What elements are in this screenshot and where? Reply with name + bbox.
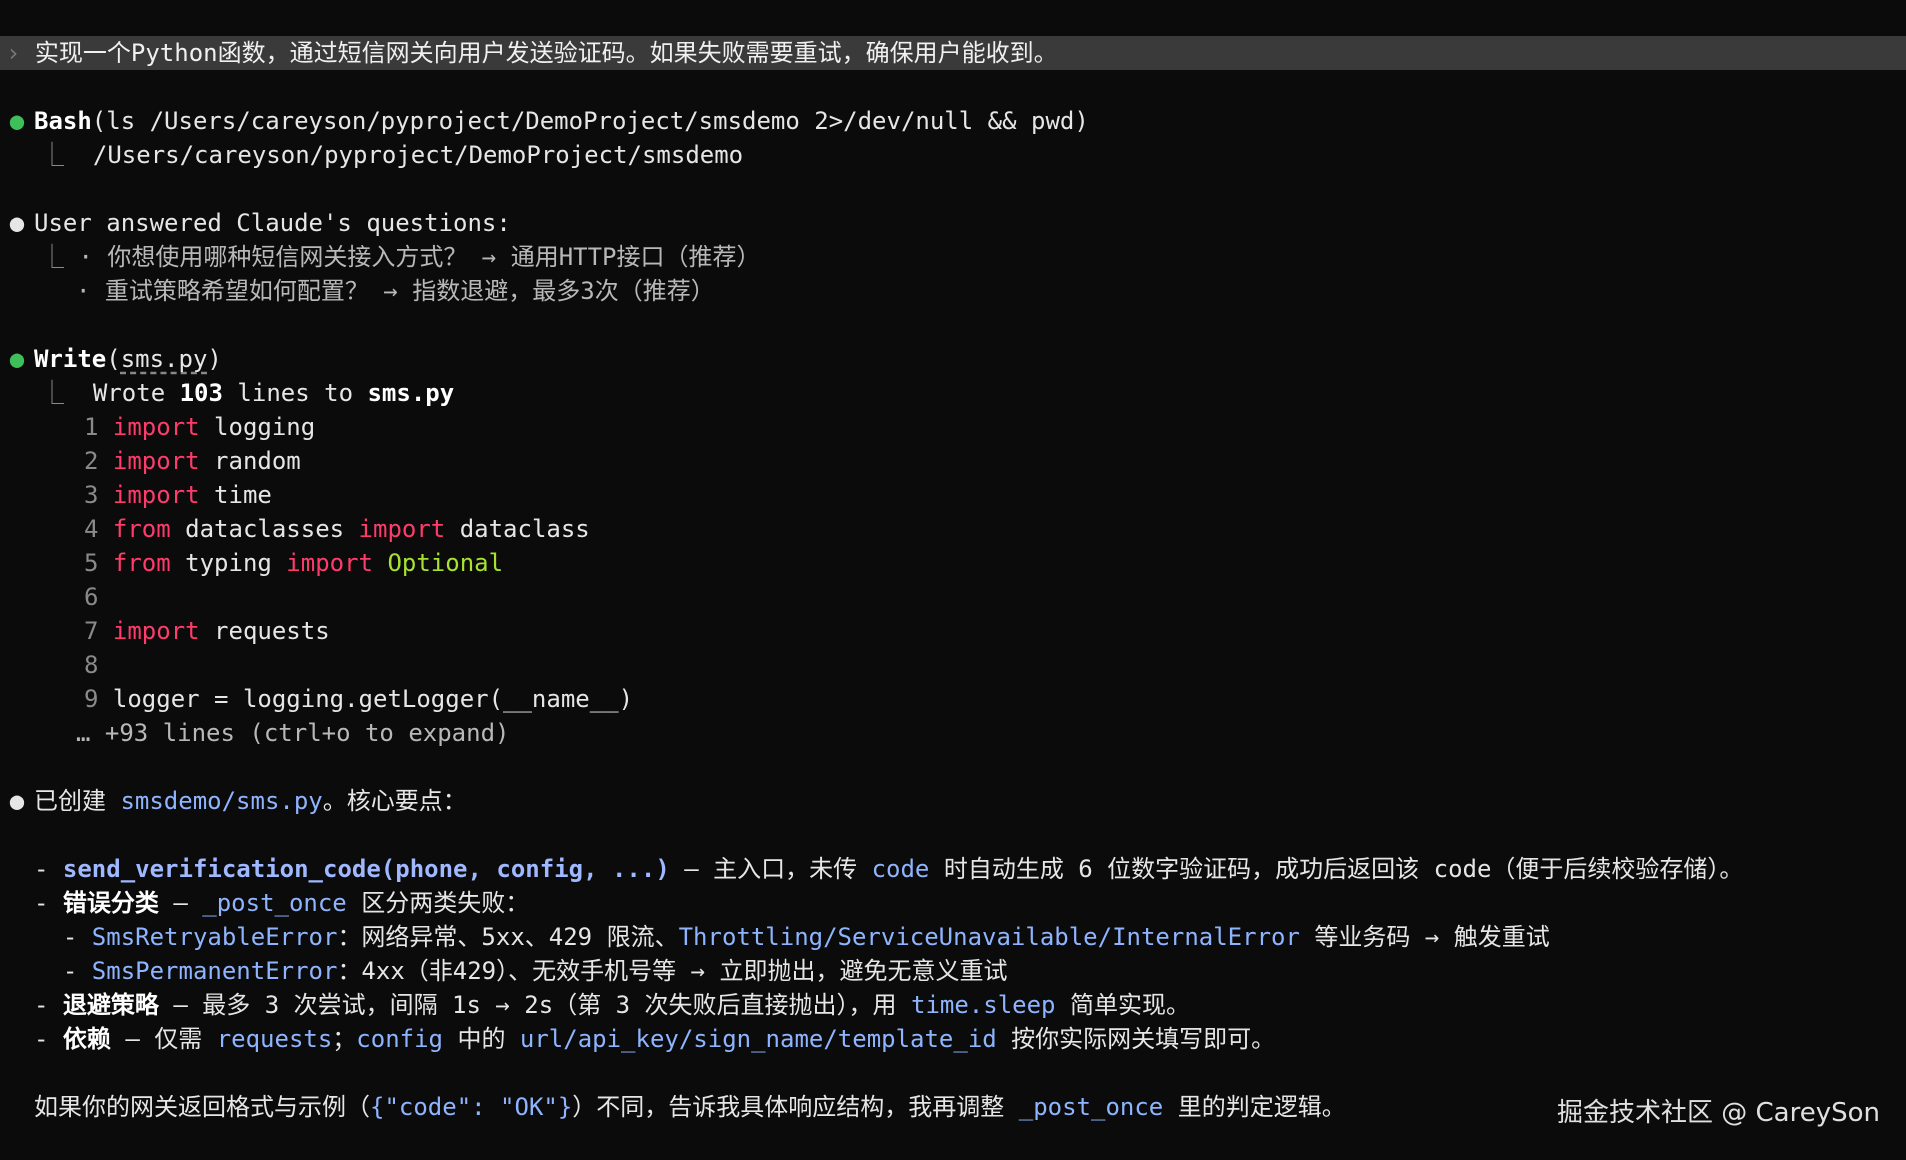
summary-subpoint: - SmsPermanentError：4xx（非429）、无效手机号等 → 立… — [34, 957, 1008, 985]
line-number: 2 — [84, 447, 99, 475]
line-number: 4 — [84, 515, 99, 543]
code-keyword: import — [112, 447, 200, 475]
code-keyword: from — [112, 515, 171, 543]
code-text: time — [199, 481, 272, 509]
line-number: 6 — [84, 583, 99, 611]
answers-block: ● User answered Claude's questions: — [0, 206, 511, 240]
line-number: 1 — [84, 413, 99, 441]
user-prompt: › 实现一个Python函数，通过短信网关向用户发送验证码。如果失败需要重试，确… — [0, 36, 1906, 70]
expand-hint[interactable]: … +93 lines (ctrl+o to expand) — [76, 716, 509, 750]
code-line: 3 import time — [84, 478, 272, 512]
status-dot-icon: ● — [9, 345, 25, 373]
code-keyword: import — [286, 549, 373, 577]
code-text: dataclass — [445, 515, 590, 543]
code-keyword: import — [358, 515, 446, 543]
answer-item: ⎿ · 你想使用哪种短信网关接入方式？ → 通用HTTP接口（推荐） — [40, 243, 761, 271]
code-line: 1 import logging — [84, 410, 315, 444]
file-path: smsdemo/sms.py — [120, 787, 323, 815]
tool-name: Write — [34, 345, 107, 373]
line-number: 9 — [84, 685, 99, 713]
result-corner-icon: ⎿ — [40, 141, 64, 169]
write-tool-call: ● Write(sms.py) — [0, 342, 222, 376]
code-keyword: import — [112, 617, 200, 645]
line-number: 5 — [84, 549, 99, 577]
code-text: logger = logging.getLogger(__name__) — [112, 685, 634, 713]
message-dot-icon: ● — [9, 209, 25, 237]
answer-item: · 重试策略希望如何配置？ → 指数退避，最多3次（推荐） — [76, 277, 715, 305]
message-dot-icon: ● — [9, 787, 25, 815]
bash-tool-call: ● Bash(ls /Users/careyson/pyproject/DemoP… — [0, 104, 1089, 138]
line-number: 7 — [84, 617, 99, 645]
code-line: 9 logger = logging.getLogger(__name__) — [84, 682, 633, 716]
code-line: 2 import random — [84, 444, 301, 478]
result-corner-icon: ⎿ — [40, 243, 64, 271]
code-type: Optional — [387, 549, 504, 577]
line-number: 3 — [84, 481, 99, 509]
status-dot-icon: ● — [9, 107, 25, 135]
write-summary: ⎿ Wrote 103 lines to sms.py — [40, 379, 455, 407]
bash-command: (ls /Users/careyson/pyproject/DemoProjec… — [91, 107, 1089, 135]
closing-note: 如果你的网关返回格式与示例（{"code": "OK"}）不同，告诉我具体响应结… — [34, 1093, 1346, 1121]
summary-point: - 错误分类 — _post_once 区分两类失败： — [34, 889, 530, 917]
prompt-text: 实现一个Python函数，通过短信网关向用户发送验证码。如果失败需要重试，确保用… — [34, 39, 1058, 67]
code-text: requests — [199, 617, 330, 645]
summary-subpoint: - SmsRetryableError：网络异常、5xx、429 限流、Thro… — [34, 923, 1550, 951]
code-text: dataclasses — [170, 515, 359, 543]
code-line: 8 — [84, 648, 113, 682]
code-keyword: import — [112, 481, 200, 509]
code-text: logging — [199, 413, 316, 441]
code-keyword: import — [112, 413, 200, 441]
code-keyword: from — [112, 549, 171, 577]
summary-point: - 依赖 — 仅需 requests；config 中的 url/api_key… — [34, 1025, 1276, 1053]
code-line: 5 from typing import Optional — [84, 546, 503, 580]
result-corner-icon: ⎿ — [40, 379, 64, 407]
summary-point: - send_verification_code(phone, config, … — [34, 855, 1744, 883]
file-link[interactable]: sms.py — [121, 345, 208, 373]
code-text: typing — [170, 549, 287, 577]
watermark: 掘金技术社区 @ CareySon — [1556, 1098, 1880, 1128]
line-number: 8 — [84, 651, 99, 679]
answers-header: User answered Claude's questions: — [34, 209, 511, 237]
code-line: 4 from dataclasses import dataclass — [84, 512, 590, 546]
summary-point: - 退避策略 — 最多 3 次尝试，间隔 1s → 2s（第 3 次失败后直接抛… — [34, 991, 1190, 1019]
code-line: 6 — [84, 580, 113, 614]
code-line: 7 import requests — [84, 614, 330, 648]
summary-intro: ● 已创建 smsdemo/sms.py。核心要点： — [0, 784, 467, 818]
prompt-chevron-icon: › — [6, 39, 21, 67]
code-text: random — [199, 447, 301, 475]
bash-output: ⎿ /Users/careyson/pyproject/DemoProject/… — [40, 141, 744, 169]
tool-name: Bash — [34, 107, 92, 135]
